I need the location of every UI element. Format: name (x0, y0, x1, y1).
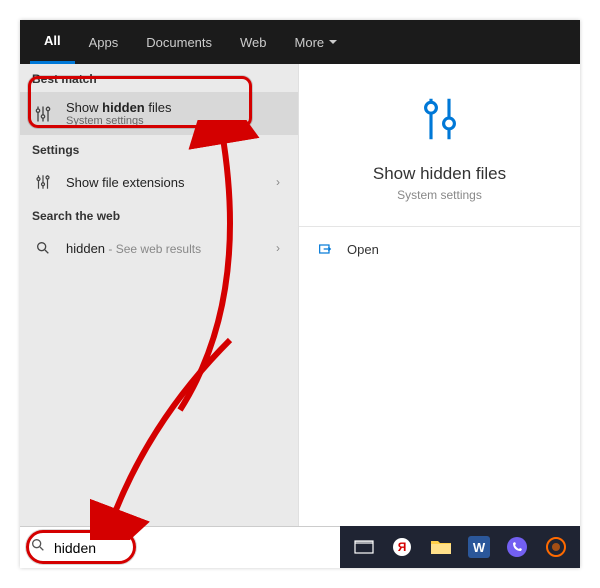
search-icon (30, 537, 46, 558)
preview-pane: Show hidden files System settings Open (298, 64, 580, 526)
preview-subtitle: System settings (397, 188, 482, 202)
search-input[interactable] (54, 540, 330, 556)
settings-sliders-icon (32, 171, 54, 193)
svg-text:Я: Я (398, 540, 407, 554)
action-open-label: Open (347, 242, 379, 257)
taskbar-task-view[interactable] (346, 529, 382, 565)
tab-web[interactable]: Web (226, 20, 281, 64)
taskbar: Я W (340, 526, 580, 568)
result-subtitle: System settings (66, 115, 286, 127)
result-show-hidden-files[interactable]: Show hidden files System settings (20, 92, 298, 135)
settings-sliders-icon (32, 103, 54, 125)
taskbar-app-file-explorer[interactable] (423, 529, 459, 565)
tab-documents[interactable]: Documents (132, 20, 226, 64)
result-web-hidden[interactable]: hidden - See web results › (20, 229, 298, 267)
search-scope-tabs: All Apps Documents Web More (20, 20, 580, 64)
taskbar-app-word[interactable]: W (461, 529, 497, 565)
results-area: Best match Show hidden files System sett… (20, 64, 580, 526)
taskbar-app-yandex[interactable]: Я (384, 529, 420, 565)
result-show-file-extensions[interactable]: Show file extensions › (20, 163, 298, 201)
section-best-match: Best match (20, 64, 298, 92)
taskbar-app-viber[interactable] (499, 529, 535, 565)
tab-all[interactable]: All (30, 20, 75, 64)
result-title: hidden - See web results (66, 241, 270, 256)
search-bar[interactable] (20, 526, 340, 568)
taskbar-app-generic[interactable] (538, 529, 574, 565)
preview-title: Show hidden files (373, 164, 506, 184)
search-icon (32, 237, 54, 259)
chevron-right-icon[interactable]: › (270, 241, 286, 255)
results-list: Best match Show hidden files System sett… (20, 64, 298, 526)
settings-sliders-icon (413, 92, 467, 146)
tab-apps[interactable]: Apps (75, 20, 133, 64)
search-flyout: All Apps Documents Web More Best match S… (20, 20, 580, 568)
tab-more[interactable]: More (281, 20, 352, 64)
section-search-web: Search the web (20, 201, 298, 229)
action-open[interactable]: Open (299, 227, 580, 271)
section-settings: Settings (20, 135, 298, 163)
svg-text:W: W (473, 540, 486, 555)
open-icon (317, 241, 333, 257)
chevron-right-icon[interactable]: › (270, 175, 286, 189)
result-title: Show hidden files (66, 100, 286, 115)
result-title: Show file extensions (66, 175, 270, 190)
